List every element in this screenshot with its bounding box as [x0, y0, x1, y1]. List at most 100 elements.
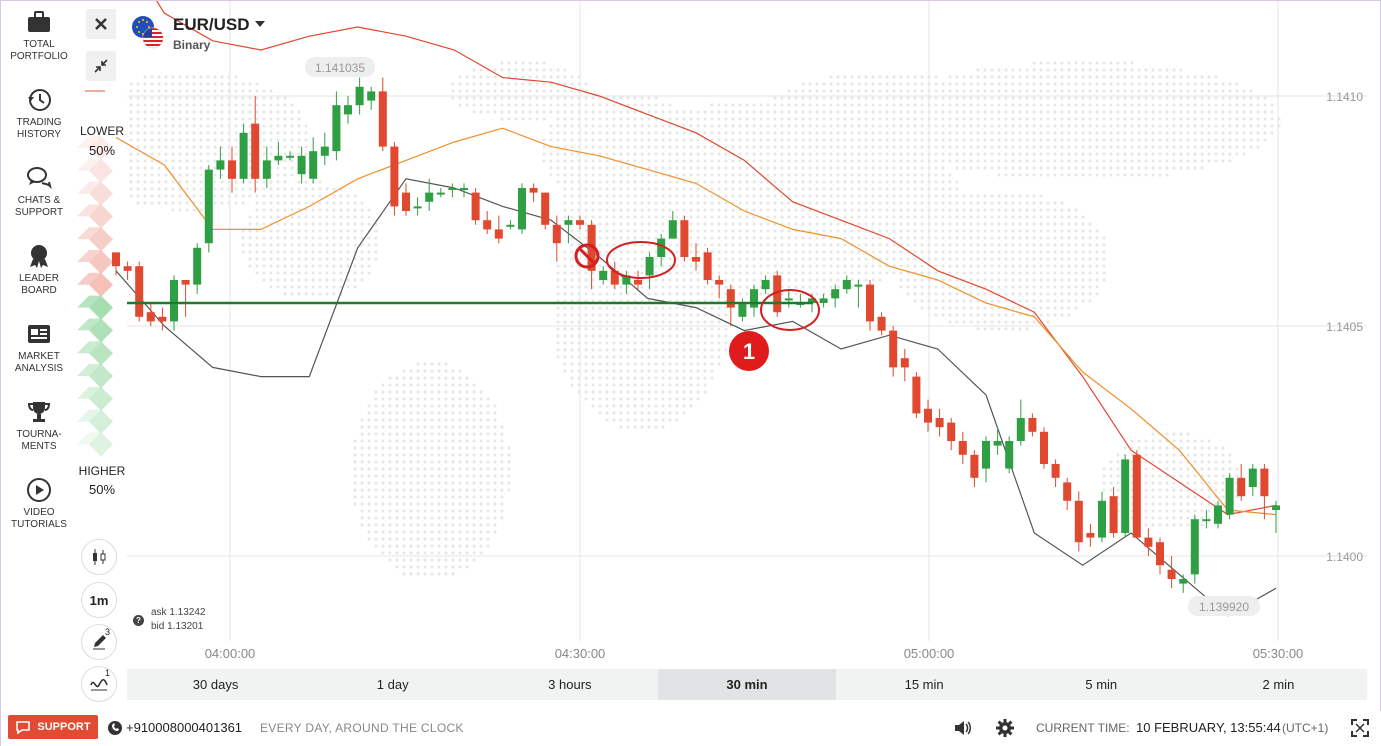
- map-dot: [1214, 117, 1218, 121]
- map-dot: [920, 250, 924, 254]
- map-dot: [605, 313, 609, 317]
- map-dot: [822, 264, 826, 268]
- map-dot: [780, 138, 784, 142]
- map-dot: [297, 124, 301, 128]
- map-dot: [990, 68, 994, 72]
- map-dot: [1137, 110, 1141, 114]
- map-dot: [1046, 96, 1050, 100]
- map-dot: [738, 131, 742, 135]
- map-dot: [633, 173, 637, 177]
- map-dot: [1270, 117, 1274, 121]
- map-dot: [787, 236, 791, 240]
- map-dot: [458, 509, 462, 513]
- map-dot: [1032, 278, 1036, 282]
- sidebar-item-tutorials[interactable]: VIDEO TUTORIALS: [1, 477, 77, 531]
- map-dot: [633, 236, 637, 240]
- map-dot: [276, 96, 280, 100]
- map-dot: [1179, 439, 1183, 443]
- map-dot: [430, 425, 434, 429]
- map-dot: [283, 110, 287, 114]
- sidebar-item-tournaments[interactable]: TOURNA- MENTS: [1, 399, 77, 453]
- map-dot: [395, 509, 399, 513]
- price-chart[interactable]: 1.14101.14051.140004:00:00 04:30:00 05:00:…: [77, 1, 1367, 669]
- map-dot: [374, 474, 378, 478]
- map-dot: [1207, 446, 1211, 450]
- sidebar-item-analysis[interactable]: MARKET ANALYSIS: [1, 321, 77, 375]
- map-dot: [563, 208, 567, 212]
- map-dot: [409, 488, 413, 492]
- map-dot: [864, 117, 868, 121]
- map-dot: [479, 397, 483, 401]
- map-dot: [969, 278, 973, 282]
- map-dot: [570, 229, 574, 233]
- map-dot: [689, 110, 693, 114]
- sidebar-item-portfolio[interactable]: TOTAL PORTFOLIO: [1, 9, 77, 63]
- map-dot: [850, 264, 854, 268]
- map-dot: [472, 488, 476, 492]
- map-dot: [1067, 75, 1071, 79]
- map-dot: [444, 537, 448, 541]
- map-dot: [178, 208, 182, 212]
- map-dot: [157, 152, 161, 156]
- map-dot: [969, 264, 973, 268]
- candle-up: [668, 220, 677, 239]
- map-dot: [997, 110, 1001, 114]
- sidebar-item-chats[interactable]: CHATS & SUPPORT: [1, 165, 77, 219]
- map-dot: [703, 243, 707, 247]
- map-dot: [941, 110, 945, 114]
- map-dot: [1046, 173, 1050, 177]
- map-dot: [717, 334, 721, 338]
- map-dot: [367, 439, 371, 443]
- map-dot: [1074, 138, 1078, 142]
- map-dot: [346, 257, 350, 261]
- map-dot: [136, 117, 140, 121]
- map-dot: [472, 397, 476, 401]
- map-dot: [556, 341, 560, 345]
- map-dot: [542, 117, 546, 121]
- map-dot: [199, 201, 203, 205]
- map-dot: [654, 404, 658, 408]
- map-dot: [1025, 89, 1029, 93]
- map-dot: [836, 173, 840, 177]
- map-dot: [444, 411, 448, 415]
- map-dot: [325, 285, 329, 289]
- map-dot: [549, 131, 553, 135]
- map-dot: [1039, 208, 1043, 212]
- map-dot: [304, 180, 308, 184]
- map-dot: [976, 159, 980, 163]
- map-dot: [458, 467, 462, 471]
- map-dot: [591, 138, 595, 142]
- map-dot: [661, 194, 665, 198]
- map-dot: [157, 138, 161, 142]
- map-dot: [430, 572, 434, 576]
- sidebar-item-history[interactable]: TRADING HISTORY: [1, 87, 77, 141]
- map-dot: [871, 208, 875, 212]
- y-tick-label: 1.1410: [1326, 90, 1363, 104]
- map-dot: [1025, 159, 1029, 163]
- map-dot: [1053, 257, 1057, 261]
- map-dot: [1200, 453, 1204, 457]
- map-dot: [360, 257, 364, 261]
- map-dot: [1193, 124, 1197, 128]
- candle-down: [715, 280, 724, 285]
- chart-area[interactable]: 1.1410 1.1405 1.1400 04:00:00 04:30:00 05:00:…: [77, 1, 1367, 669]
- map-dot: [766, 243, 770, 247]
- map-dot: [1102, 243, 1106, 247]
- map-dot: [262, 243, 266, 247]
- map-dot: [290, 117, 294, 121]
- map-dot: [759, 271, 763, 275]
- map-dot: [423, 523, 427, 527]
- map-dot: [493, 495, 497, 499]
- map-dot: [815, 201, 819, 205]
- sidebar-item-leaderboard[interactable]: LEADER BOARD: [1, 243, 77, 297]
- candle-down: [181, 280, 190, 285]
- map-dot: [934, 299, 938, 303]
- map-dot: [892, 159, 896, 163]
- map-dot: [283, 159, 287, 163]
- map-dot: [920, 194, 924, 198]
- map-dot: [822, 110, 826, 114]
- map-dot: [969, 145, 973, 149]
- map-dot: [955, 145, 959, 149]
- map-dot: [633, 383, 637, 387]
- map-dot: [899, 110, 903, 114]
